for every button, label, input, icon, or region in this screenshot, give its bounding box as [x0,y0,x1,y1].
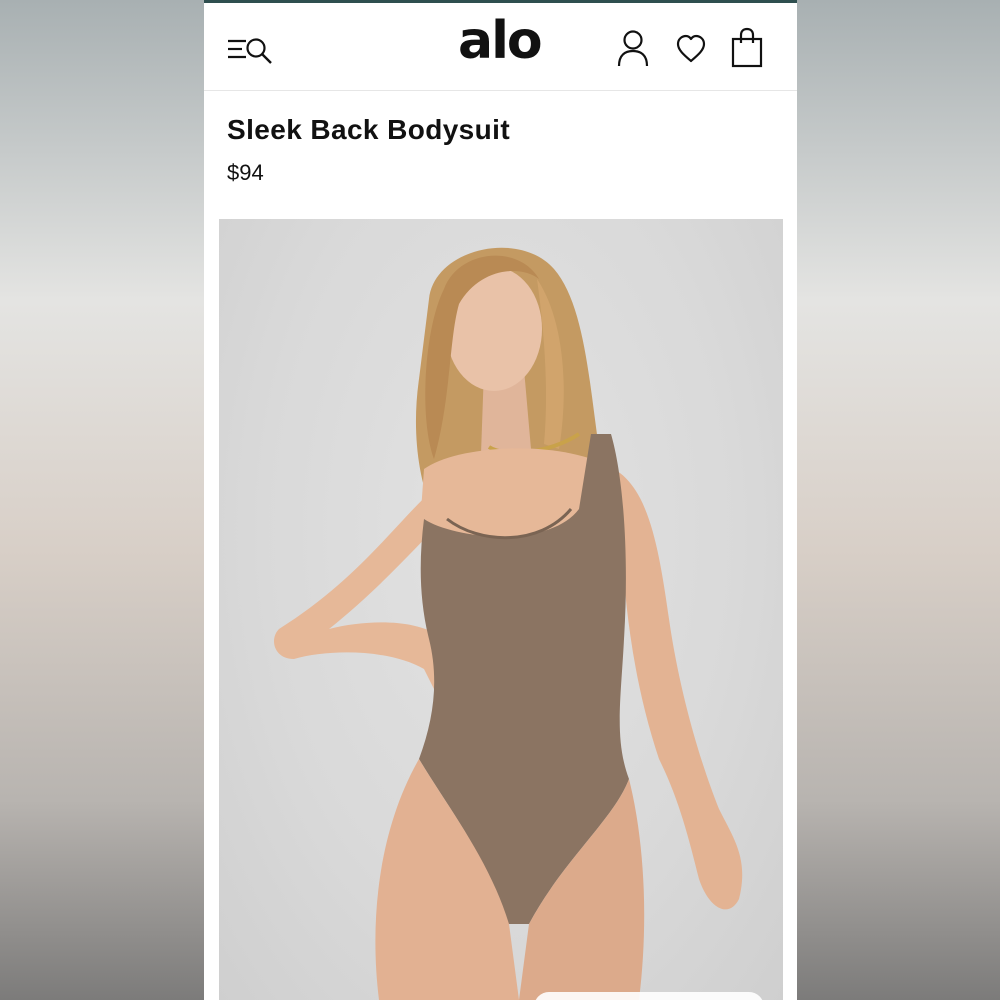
product-title: Sleek Back Bodysuit [227,114,511,145]
blurred-backdrop-right [797,0,1000,1000]
bottom-overlay-pill [534,992,764,1000]
product-price: $94 [227,160,264,185]
blurred-backdrop-left [0,0,204,1000]
phone-screen: alo Sleek Back Bodysuit $94 [204,0,797,1000]
site-header: alo [204,3,797,91]
shopping-bag-icon[interactable] [730,27,764,69]
heart-icon[interactable] [675,34,707,64]
menu-search-icon[interactable] [226,35,276,67]
product-image[interactable] [219,219,783,1000]
account-icon[interactable] [616,29,650,69]
brand-logo[interactable]: alo [458,15,543,67]
